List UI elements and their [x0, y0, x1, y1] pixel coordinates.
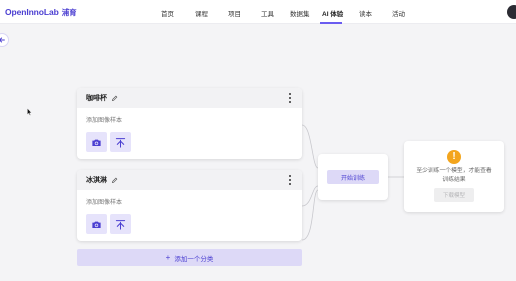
more-options-icon[interactable]	[287, 93, 293, 103]
nav-item-projects[interactable]: 项目	[228, 8, 241, 18]
mouse-cursor-icon	[27, 108, 32, 116]
start-training-button[interactable]: 开始训练	[327, 170, 379, 184]
preview-card: ! 至少训练一个模型，才能查看训练结果 下载模型	[404, 141, 504, 212]
nav-item-datasets[interactable]: 数据集	[290, 8, 310, 18]
class-card-1: 咖啡杯 添加图像样本	[77, 88, 302, 159]
export-model-button[interactable]: 下载模型	[434, 188, 474, 202]
training-card: 开始训练	[318, 154, 388, 200]
class-card-header: 冰淇淋	[77, 170, 302, 190]
nav-item-tools[interactable]: 工具	[261, 8, 274, 18]
class-card-header: 咖啡杯	[77, 88, 302, 108]
upload-icon	[115, 219, 126, 230]
main-nav: 首页 课程 项目 工具 数据集 AI 体验 读本 活动	[0, 0, 516, 24]
add-class-label: 添加一个分类	[174, 255, 214, 263]
active-tab-indicator	[320, 22, 342, 24]
avatar[interactable]	[507, 5, 516, 19]
add-sample-label: 添加图像样本	[86, 200, 123, 206]
sample-tools	[86, 132, 293, 152]
add-class-button[interactable]: + 添加一个分类	[77, 249, 302, 266]
pencil-icon[interactable]	[111, 95, 118, 102]
class-card-2: 冰淇淋 添加图像样本	[77, 170, 302, 241]
nav-item-readers[interactable]: 读本	[359, 8, 372, 18]
upload-icon	[115, 137, 126, 148]
class-name[interactable]: 冰淇淋	[86, 175, 107, 185]
top-navigation-bar: OpenInnoLab 浦育 首页 课程 项目 工具 数据集 AI 体验 读本 …	[0, 0, 516, 24]
pencil-icon[interactable]	[111, 177, 118, 184]
upload-button[interactable]	[110, 214, 131, 234]
sample-tools	[86, 214, 293, 234]
add-sample-label: 添加图像样本	[86, 118, 123, 124]
arrow-left-icon	[0, 37, 5, 43]
camera-icon	[92, 221, 101, 228]
nav-item-activities[interactable]: 活动	[392, 8, 405, 18]
more-options-icon[interactable]	[287, 175, 293, 185]
camera-icon	[92, 139, 101, 146]
warning-icon: !	[447, 150, 461, 164]
webcam-button[interactable]	[86, 132, 107, 152]
class-card-body: 添加图像样本	[77, 108, 302, 159]
webcam-button[interactable]	[86, 214, 107, 234]
nav-item-courses[interactable]: 课程	[195, 8, 208, 18]
preview-message: 至少训练一个模型，才能查看训练结果	[416, 168, 492, 183]
upload-button[interactable]	[110, 132, 131, 152]
nav-item-home[interactable]: 首页	[161, 8, 174, 18]
nav-item-ai-experience[interactable]: AI 体验	[322, 8, 343, 18]
plus-icon: +	[165, 252, 171, 262]
back-button[interactable]	[0, 33, 9, 47]
class-card-body: 添加图像样本	[77, 190, 302, 241]
class-name[interactable]: 咖啡杯	[86, 93, 107, 103]
